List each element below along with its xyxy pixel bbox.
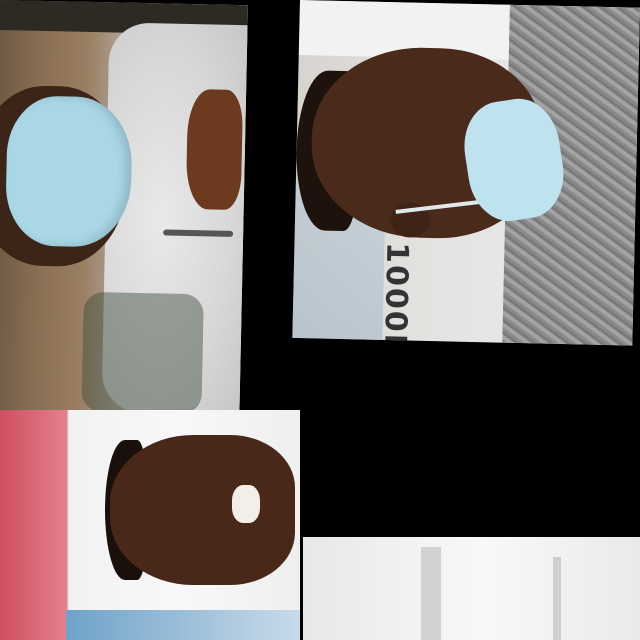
window-frame: [553, 557, 561, 640]
window-frame: [421, 547, 441, 640]
wall-logo-text: 1000L: [376, 241, 415, 346]
face: [110, 435, 295, 585]
smile: [232, 485, 260, 523]
video-tile-participant-2[interactable]: 1000L: [292, 0, 640, 346]
face-mask: [4, 95, 133, 248]
sleeve: [81, 291, 204, 415]
pink-shirt: [0, 410, 66, 640]
video-tile-participant-1[interactable]: [0, 0, 248, 416]
video-tile-participant-4[interactable]: [303, 537, 640, 640]
background-sky: [66, 610, 300, 640]
hand: [185, 88, 244, 211]
video-tile-participant-3[interactable]: [0, 410, 300, 640]
